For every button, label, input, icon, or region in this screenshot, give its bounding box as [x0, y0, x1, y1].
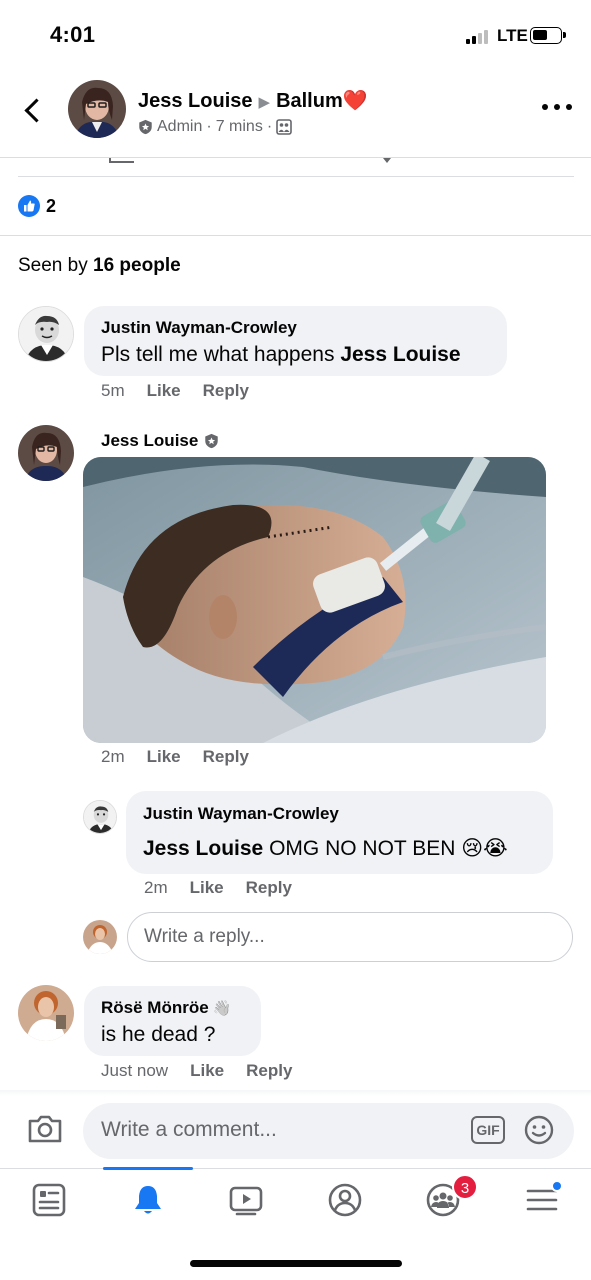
more-options-icon[interactable] — [542, 104, 572, 116]
reactions-summary[interactable]: 2 — [18, 195, 56, 217]
like-button[interactable]: Like — [147, 747, 181, 766]
commenter-name[interactable]: Justin Wayman-Crowley — [101, 318, 297, 338]
comment-body: Pls tell me what happens — [101, 343, 335, 366]
comment-time: 5m — [101, 381, 125, 400]
comment-meta: Just now Like Reply — [101, 1061, 292, 1081]
commenter-avatar[interactable] — [18, 985, 74, 1041]
reply-avatar[interactable] — [83, 800, 117, 834]
author-name[interactable]: Jess Louise — [138, 90, 253, 112]
camera-icon[interactable] — [27, 1114, 63, 1144]
comment-meta: 5m Like Reply — [101, 381, 249, 401]
status-bar: 4:01 LTE — [0, 0, 591, 70]
reply-button[interactable]: Reply — [246, 878, 292, 897]
author-avatar[interactable] — [68, 80, 126, 138]
cellular-signal-icon — [466, 30, 492, 44]
mention[interactable]: Jess Louise — [143, 837, 263, 860]
divider — [18, 176, 574, 177]
meta-separator: · — [206, 118, 212, 135]
comment-bubble[interactable]: Rösë Mönröe 👋 is he dead ? — [84, 986, 261, 1056]
reply-body: OMG NO NOT BEN — [269, 837, 456, 860]
watch-video-icon — [229, 1186, 263, 1216]
mention[interactable]: Jess Louise — [340, 343, 460, 366]
comment-meta: 2m Like Reply — [101, 747, 249, 767]
reply-time: 2m — [144, 878, 168, 897]
reply-input[interactable]: Write a reply... — [127, 912, 573, 962]
back-button[interactable] — [18, 94, 50, 126]
comment-text: Pls tell me what happens Jess Louise — [101, 343, 461, 367]
current-user-avatar — [83, 920, 117, 954]
post-time: 7 mins — [215, 118, 263, 135]
commenter-avatar[interactable] — [18, 306, 74, 362]
commenter-header: Rösë Mönröe 👋 — [101, 998, 231, 1018]
seen-by-label: Seen by — [18, 255, 88, 276]
admin-badge-icon — [205, 433, 219, 449]
tab-groups[interactable] — [394, 1169, 492, 1235]
waving-hand-icon: 👋 — [212, 1000, 232, 1017]
gif-button[interactable]: GIF — [471, 1116, 505, 1144]
reply-meta: 2m Like Reply — [144, 878, 292, 898]
comment-photo[interactable] — [83, 457, 546, 743]
comment-time: Just now — [101, 1061, 169, 1080]
post-meta: Admin · 7 mins · — [138, 118, 292, 136]
tab-watch[interactable] — [197, 1169, 295, 1235]
like-reaction-icon — [18, 195, 40, 217]
group-name[interactable]: Ballum — [276, 90, 343, 112]
network-type: LTE — [497, 26, 528, 45]
crying-emojis: 😢😭 — [461, 837, 508, 860]
reply-author-name[interactable]: Justin Wayman-Crowley — [143, 804, 339, 824]
commenter-name[interactable]: Jess Louise — [101, 431, 198, 451]
reply-button[interactable]: Reply — [203, 381, 249, 400]
like-button[interactable]: Like — [147, 381, 181, 400]
notifications-bell-icon — [135, 1186, 161, 1214]
like-button[interactable]: Like — [190, 878, 224, 897]
post-title: Jess Louise ▶ Ballum❤️ — [138, 88, 368, 113]
divider — [0, 235, 591, 236]
admin-label: Admin — [157, 118, 203, 135]
menu-notification-dot — [551, 1180, 563, 1192]
comment-time: 2m — [101, 747, 125, 766]
comment-bubble[interactable]: Justin Wayman-Crowley Pls tell me what h… — [84, 306, 507, 376]
commenter-avatar[interactable] — [18, 425, 74, 481]
bottom-tab-bar — [0, 1167, 591, 1235]
tab-menu[interactable] — [493, 1169, 591, 1235]
tab-profile[interactable] — [296, 1169, 394, 1235]
commenter-header: Jess Louise — [101, 431, 219, 451]
news-feed-icon — [32, 1183, 66, 1217]
emoji-icon[interactable] — [524, 1115, 554, 1145]
post-header: Jess Louise ▶ Ballum❤️ Admin · 7 mins · — [0, 70, 591, 158]
battery-icon — [530, 27, 566, 44]
tab-news-feed[interactable] — [0, 1169, 98, 1235]
reaction-count: 2 — [46, 195, 57, 216]
tab-notifications[interactable] — [99, 1169, 197, 1235]
post-actions-partial — [0, 158, 591, 178]
seen-by[interactable]: Seen by 16 people — [18, 255, 181, 277]
comment-text: is he dead ? — [101, 1023, 216, 1046]
reply-text: Jess Louise OMG NO NOT BEN 😢😭 — [143, 836, 508, 861]
comment-composer: Write a comment... GIF — [0, 1096, 591, 1168]
profile-icon — [328, 1183, 362, 1217]
commenter-name[interactable]: Rösë Mönröe — [101, 998, 209, 1018]
seen-by-count: 16 people — [93, 255, 181, 276]
arrow-right-icon: ▶ — [258, 94, 271, 111]
like-button[interactable]: Like — [190, 1061, 224, 1080]
reply-button[interactable]: Reply — [246, 1061, 292, 1080]
reply-bubble[interactable]: Justin Wayman-Crowley Jess Louise OMG NO… — [126, 791, 553, 874]
meta-separator: · — [266, 118, 273, 135]
groups-notification-badge: 3 — [452, 1174, 478, 1200]
admin-shield-icon — [139, 119, 152, 135]
heart-emoji: ❤️ — [342, 90, 368, 112]
home-indicator[interactable] — [190, 1260, 402, 1267]
group-privacy-icon — [276, 119, 292, 135]
reply-button[interactable]: Reply — [203, 747, 249, 766]
status-time: 4:01 — [50, 22, 96, 47]
